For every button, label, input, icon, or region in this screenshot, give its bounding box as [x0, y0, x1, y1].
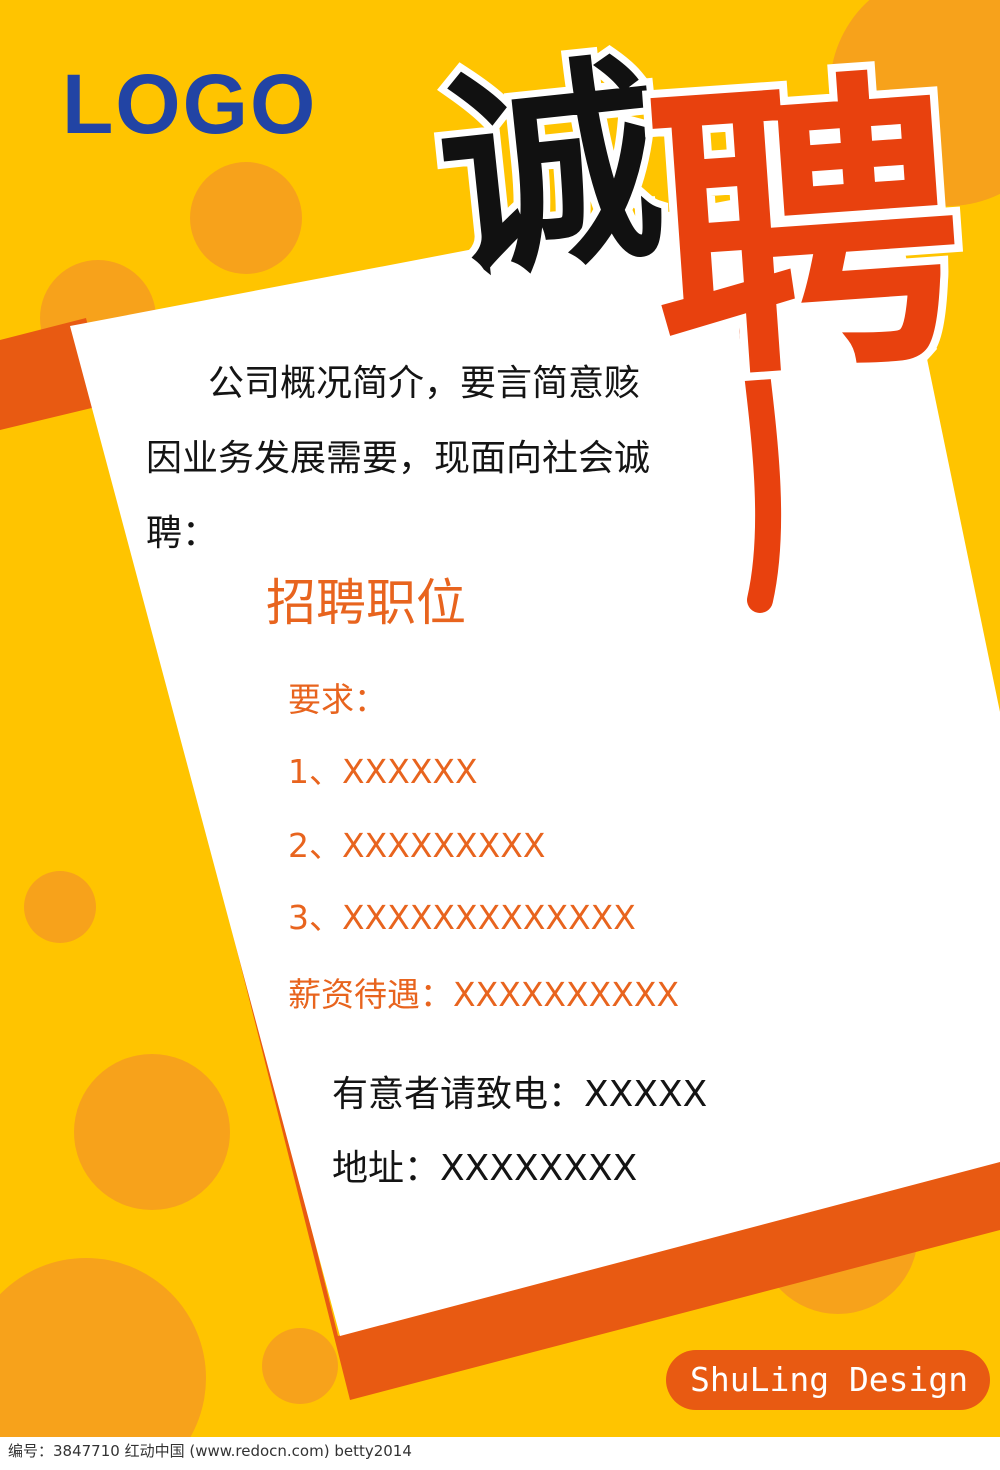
requirement-item: 2、XXXXXXXXX	[288, 826, 546, 865]
deco-circle	[262, 1328, 338, 1404]
poster-background-art: 诚 聘	[0, 0, 1000, 1470]
salary-line: 薪资待遇：XXXXXXXXXX	[288, 975, 680, 1014]
signature-text: ShuLing Design	[690, 1360, 969, 1399]
intro-line-2: 因业务发展需要，现面向社会诚	[146, 438, 651, 479]
positions-title: 招聘职位	[266, 574, 466, 632]
logo-text: LOGO	[62, 57, 318, 151]
intro-line-3: 聘：	[146, 513, 219, 554]
recruitment-poster: 诚 聘 LOGO 公司概况简介，要言简意赅 因业务发展需要，现面向社会诚 聘： …	[0, 0, 1000, 1470]
footer-watermark: 编号：3847710 红动中国 (www.redocn.com) betty20…	[8, 1442, 412, 1460]
requirements-label: 要求：	[288, 680, 387, 719]
deco-circle	[190, 162, 302, 274]
requirement-item: 1、XXXXXX	[288, 752, 478, 791]
requirement-item: 3、XXXXXXXXXXXXX	[288, 898, 636, 937]
intro-line-1: 公司概况简介，要言简意赅	[208, 363, 641, 404]
headline-char-1: 诚	[427, 29, 673, 310]
contact-phone: 有意者请致电：XXXXX	[332, 1074, 708, 1115]
deco-circle	[74, 1054, 230, 1210]
contact-address: 地址：XXXXXXXX	[332, 1148, 638, 1189]
headline-char-2: 聘	[639, 39, 974, 424]
deco-circle	[24, 871, 96, 943]
